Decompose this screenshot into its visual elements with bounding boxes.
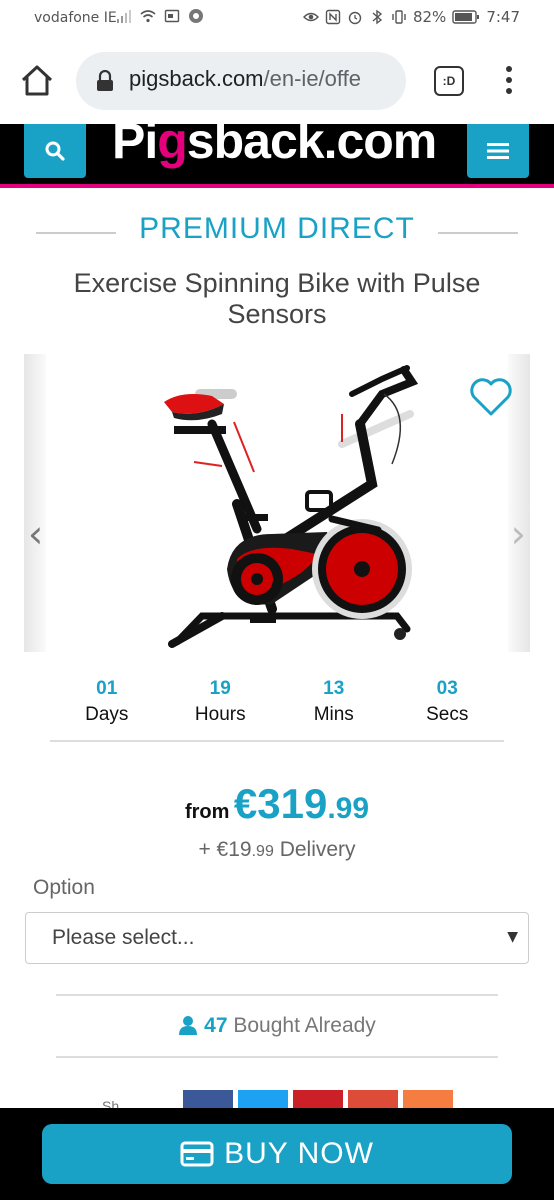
- bluetooth-icon: [372, 9, 383, 25]
- heart-icon[interactable]: [468, 376, 514, 418]
- countdown-timer: 01 Days 19 Hours 13 Mins 03 Secs: [50, 678, 504, 742]
- signal-icon: [117, 10, 131, 23]
- twitter-share-button[interactable]: [238, 1090, 288, 1110]
- screenshot-icon: [164, 9, 180, 23]
- address-bar[interactable]: pigsback.com/en-ie/offe: [76, 52, 406, 110]
- countdown-unit: Mins: [313, 704, 354, 725]
- option-label: Option: [33, 876, 95, 899]
- brand-name[interactable]: PREMIUM DIRECT: [36, 212, 518, 246]
- price-from-label: from: [184, 801, 230, 823]
- countdown-value: 03: [436, 678, 458, 699]
- url-path: /en-ie/offe: [263, 66, 361, 91]
- countdown-cell: 19 Hours: [170, 678, 270, 740]
- delivery-price: + €19: [198, 838, 252, 861]
- facebook-share-button[interactable]: [183, 1090, 233, 1110]
- countdown-cell: 13 Mins: [284, 678, 384, 740]
- product-gallery[interactable]: ‹ ›: [24, 354, 530, 652]
- buy-now-label: BUY NOW: [224, 1137, 374, 1170]
- divider: [56, 1056, 498, 1058]
- status-left-icons: [116, 8, 204, 24]
- chevron-right-icon[interactable]: ›: [511, 512, 526, 556]
- brand-heading: PREMIUM DIRECT: [36, 212, 518, 252]
- buy-now-button[interactable]: BUY NOW: [42, 1124, 512, 1184]
- chevron-left-icon[interactable]: ‹: [28, 512, 43, 556]
- price-cents: .99: [327, 792, 370, 825]
- home-icon[interactable]: [18, 62, 56, 100]
- pinterest-share-button[interactable]: [293, 1090, 343, 1110]
- countdown-cell: 01 Days: [57, 678, 157, 740]
- logo-part-b: sback.com: [186, 124, 437, 169]
- countdown-unit: Secs: [426, 704, 469, 725]
- product-image: [164, 365, 419, 648]
- countdown-unit: Hours: [194, 704, 246, 725]
- hamburger-icon: [487, 143, 509, 159]
- search-button[interactable]: [24, 124, 86, 178]
- alarm-icon: [348, 11, 362, 25]
- status-bar: vodafone IE 82% 7:47: [0, 0, 554, 38]
- wifi-icon: [140, 10, 156, 23]
- countdown-value: 19: [209, 678, 231, 699]
- option-select-value: Please select...: [52, 926, 195, 949]
- lock-icon: [97, 70, 113, 91]
- share-row: Sh: [0, 1090, 554, 1110]
- bottom-cta-bar: BUY NOW: [0, 1108, 554, 1200]
- site-header: Pigsback.com: [0, 124, 554, 188]
- logo-part-g: g: [157, 124, 188, 169]
- bought-label: Bought Already: [233, 1014, 376, 1037]
- nfc-icon: [325, 9, 341, 25]
- battery-percent: 82%: [412, 8, 447, 26]
- price-block: from €319.99: [0, 780, 554, 828]
- battery-icon: [452, 10, 480, 24]
- delivery-cents: .99: [251, 843, 274, 860]
- url-host: pigsback.com: [129, 66, 264, 91]
- delivery-cost: + €19.99 Delivery: [0, 838, 554, 862]
- clock: 7:47: [486, 8, 520, 26]
- browser-menu-icon[interactable]: [504, 66, 514, 98]
- bought-count: 47 Bought Already: [0, 1014, 554, 1038]
- countdown-value: 01: [96, 678, 118, 699]
- vibrate-icon: [392, 10, 406, 24]
- bought-number: 47: [204, 1014, 228, 1037]
- option-select[interactable]: Please select... ▼: [25, 912, 529, 964]
- product-title: Exercise Spinning Bike with Pulse Sensor…: [73, 268, 481, 329]
- countdown-value: 13: [323, 678, 345, 699]
- divider: [56, 994, 498, 996]
- price-main: €319: [233, 780, 328, 827]
- google-share-button[interactable]: [348, 1090, 398, 1110]
- search-icon: [45, 141, 65, 161]
- tab-switcher-button[interactable]: :D: [434, 66, 464, 96]
- tab-switcher-label: :D: [442, 74, 456, 88]
- url-text: pigsback.com/en-ie/offe: [129, 66, 397, 92]
- delivery-label: Delivery: [279, 838, 356, 861]
- gallery-edge-left: [24, 354, 46, 652]
- browser-toolbar: pigsback.com/en-ie/offe :D: [0, 38, 554, 124]
- credit-card-icon: [180, 1141, 214, 1167]
- chrome-icon: [189, 9, 203, 23]
- countdown-cell: 03 Secs: [397, 678, 497, 740]
- site-logo[interactable]: Pigsback.com: [112, 124, 437, 170]
- eye-icon: [302, 12, 319, 22]
- countdown-unit: Days: [85, 704, 129, 725]
- carrier-name: vodafone IE: [34, 10, 117, 26]
- user-icon: [179, 1016, 198, 1035]
- status-right: 82% 7:47: [302, 8, 520, 26]
- more-share-button[interactable]: [403, 1090, 453, 1110]
- logo-part-a: Pi: [112, 124, 158, 169]
- hamburger-menu-button[interactable]: [467, 124, 529, 178]
- caret-down-icon: ▼: [507, 929, 518, 945]
